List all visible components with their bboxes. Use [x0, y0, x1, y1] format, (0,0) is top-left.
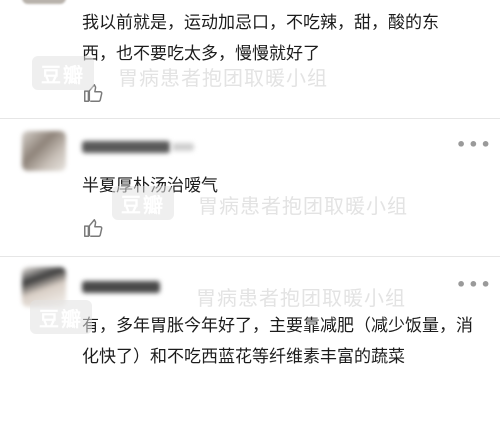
watermark-logo: 豆瓣: [30, 300, 92, 334]
watermark-text: 胃病患者抱团取暖小组: [118, 66, 328, 90]
more-dots-icon[interactable]: •••: [456, 135, 493, 154]
comment-text: 有，多年胃胀今年好了，主要靠减肥（减少饭量，消化快了）和不吃西蓝花等纤维素丰富的…: [82, 316, 473, 367]
username-blurred[interactable]: [82, 141, 170, 153]
watermark-text: 胃病患者抱团取暖小组: [196, 286, 406, 310]
watermark-logo: 豆瓣: [32, 56, 94, 90]
comment-text: 我以前就是，运动加忌口，不吃辣，甜，酸的东西，也不要吃太多，慢慢就好了: [82, 13, 439, 64]
avatar-partial[interactable]: [22, 0, 66, 4]
watermark-logo: 豆瓣: [112, 186, 174, 220]
avatar[interactable]: [22, 131, 66, 171]
username-blurred-tail: [172, 143, 194, 151]
watermark-text: 胃病患者抱团取暖小组: [198, 194, 408, 218]
username-blurred[interactable]: [82, 281, 160, 293]
more-dots-icon[interactable]: •••: [456, 275, 493, 294]
thumbs-up-icon[interactable]: [82, 217, 104, 239]
comment-2: ••• 半夏厚朴汤治嗳气: [0, 119, 500, 256]
